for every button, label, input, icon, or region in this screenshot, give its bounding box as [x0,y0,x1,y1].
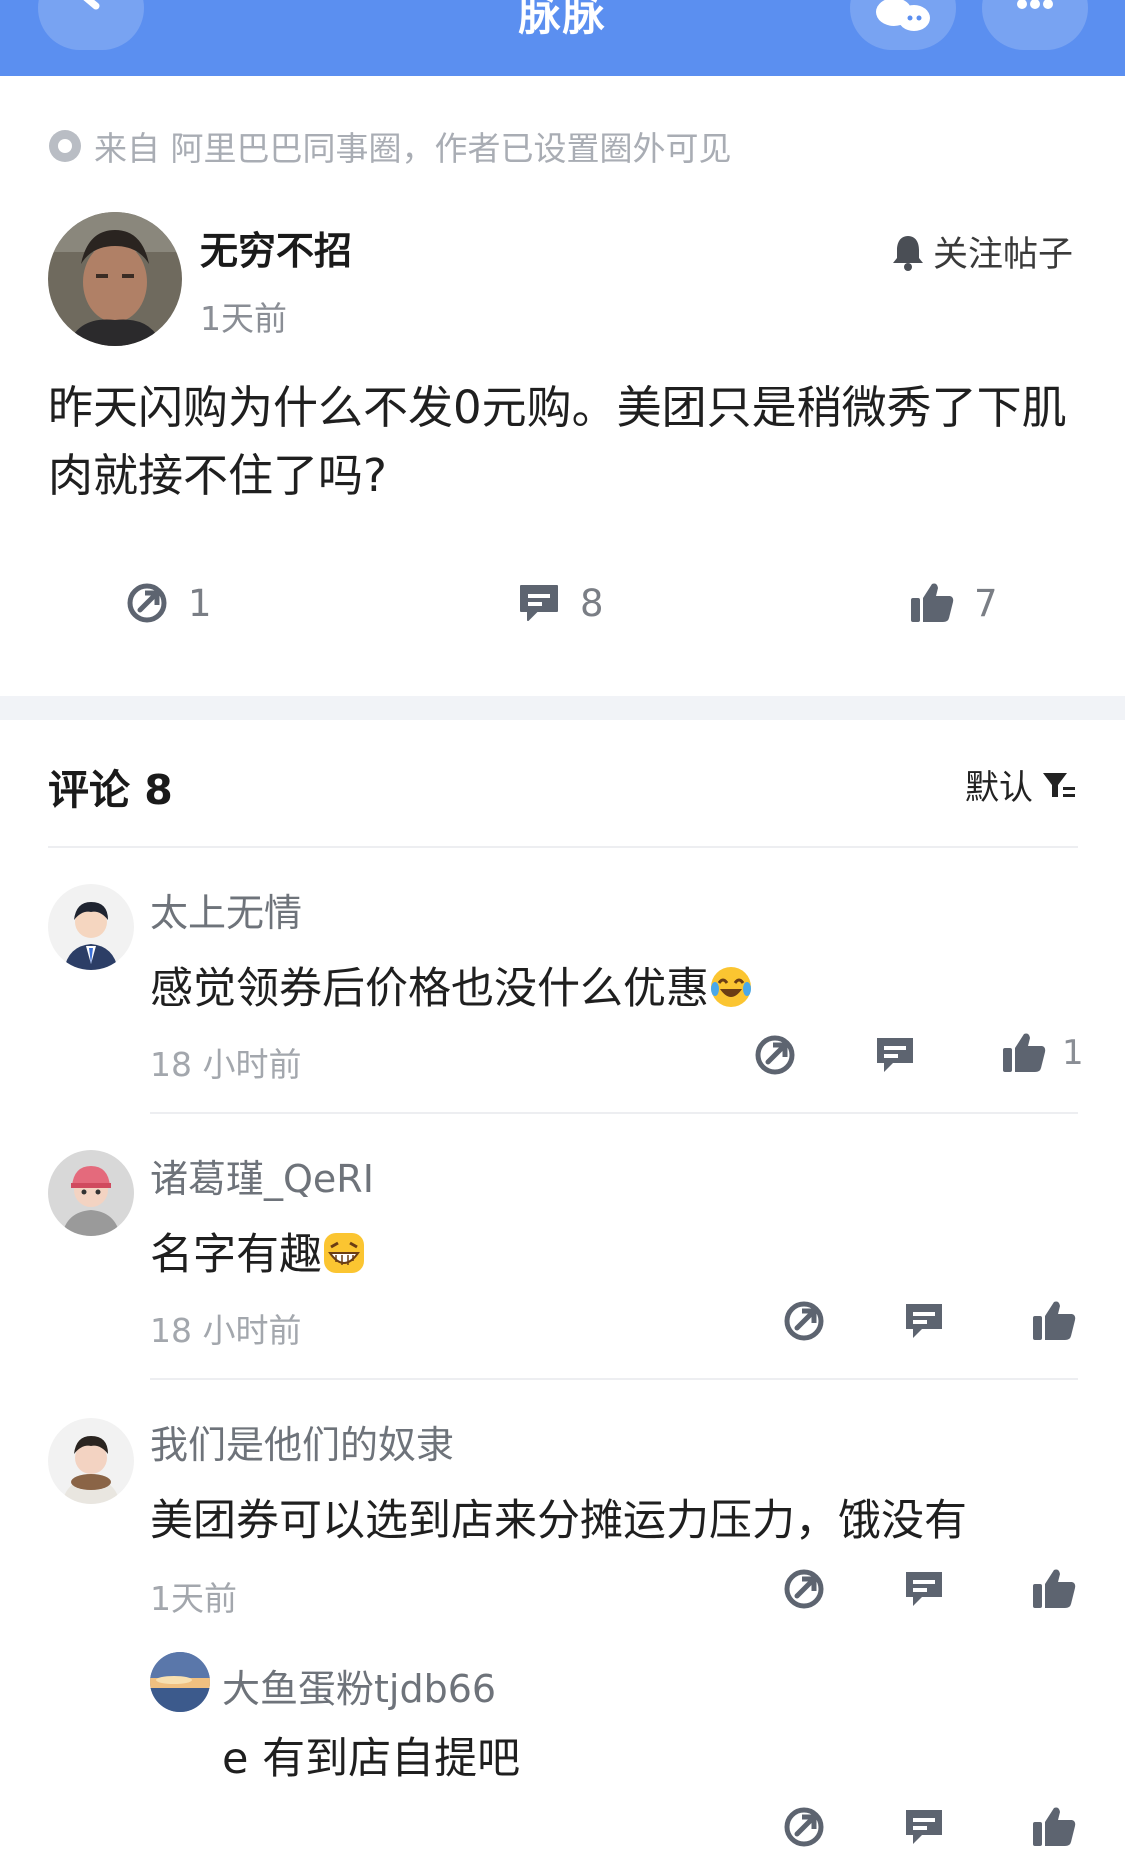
wechat-icon [876,0,930,31]
share-icon[interactable] [752,1032,798,1078]
replier-name[interactable]: 大鱼蛋粉tjdb66 [222,1658,496,1713]
comments-header-divider [48,846,1078,848]
share-icon[interactable] [781,1566,827,1612]
commenter-avatar-image [48,1150,134,1236]
share-count: 1 [188,581,212,625]
commenter-avatar-image [48,1418,134,1504]
comment-stat[interactable]: 8 [516,580,604,626]
replier-avatar-image [150,1652,210,1712]
post-content: 昨天闪购为什么不发0元购。美团只是稍微秀了下肌肉就接不住了吗? [48,381,1067,502]
commenter-name[interactable]: 我们是他们的奴隶 [150,1414,454,1469]
follow-label: 关注帖子 [932,235,1073,275]
comment-count: 8 [580,581,604,625]
source-text: 来自 阿里巴巴同事圈，作者已设置圈外可见 [94,129,732,168]
commenter-name[interactable]: 太上无情 [150,882,302,937]
reply-icon[interactable] [901,1566,947,1612]
commenter-name[interactable]: 诸葛瑾_QeRI [150,1148,374,1203]
comment-divider [150,1112,1078,1114]
reply-text: e 有到店自提吧 [222,1734,521,1784]
comment-time: 1天前 [150,1579,237,1618]
author-avatar-image [48,212,182,346]
follow-post-button[interactable]: 关注帖子 [889,226,1073,277]
bell-icon [892,235,923,271]
share-icon[interactable] [781,1804,827,1850]
comments-title: 评论 8 [48,766,173,814]
post-source: 来自 阿里巴巴同事圈，作者已设置圈外可见 [48,126,732,168]
section-divider [0,696,1125,720]
app-header: 脉脉 [0,0,1125,76]
sort-label: 默认 [965,768,1033,808]
page-title: 脉脉 [518,0,607,40]
comment-text-content: 名字有趣 [150,1230,322,1280]
comment-like-count: 1 [1062,1033,1084,1073]
reply-icon[interactable] [901,1298,947,1344]
reply-icon[interactable] [901,1804,947,1850]
author-avatar[interactable] [48,212,182,346]
commenter-avatar[interactable] [48,1418,134,1504]
thumbs-up-icon[interactable] [1030,1566,1078,1612]
more-icon [1017,0,1053,9]
grinning-emoji-icon [324,1233,364,1273]
commenter-avatar[interactable] [48,884,134,970]
filter-icon [1043,772,1075,797]
laughing-tears-emoji-icon [711,967,751,1007]
comment-text: 名字有趣 [150,1220,366,1282]
thumbs-up-icon [1003,1033,1046,1072]
comment-text-content: 感觉领券后价格也没什么优惠 [150,964,709,1014]
thumbs-up-icon[interactable] [1030,1298,1078,1344]
commenter-avatar-image [48,884,134,970]
circle-dot-icon [49,130,81,162]
thumbs-up-icon [911,583,954,622]
post-time: 1天前 [200,299,287,338]
sort-button[interactable]: 默认 [965,760,1077,809]
share-stat[interactable]: 1 [124,580,212,626]
comment-time: 18 小时前 [150,1311,302,1350]
comment-text: 美团券可以选到店来分摊运力压力，饿没有 [150,1496,967,1546]
commenter-avatar[interactable] [48,1150,134,1236]
share-icon[interactable] [781,1298,827,1344]
like-stat[interactable]: 7 [908,580,998,626]
comment-text: 感觉领券后价格也没什么优惠 [150,954,753,1016]
comment-divider [150,1378,1078,1380]
comment-time: 18 小时前 [150,1045,302,1084]
replier-avatar[interactable] [150,1652,210,1712]
comment-like-button[interactable]: 1 [1000,1030,1084,1076]
more-button[interactable] [982,0,1088,50]
author-name[interactable]: 无穷不招 [200,220,352,275]
reply-icon[interactable] [872,1032,918,1078]
comment-icon [520,585,558,621]
share-icon [127,583,167,623]
like-count: 7 [974,581,998,625]
thumbs-up-icon[interactable] [1030,1804,1078,1850]
wechat-share-button[interactable] [850,0,956,50]
